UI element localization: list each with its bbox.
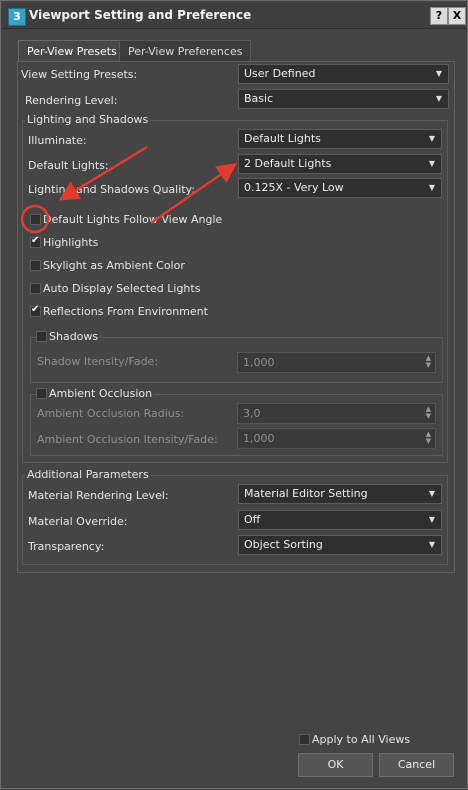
dialog-window: 3 Viewport Setting and Preference ? X Pe… bbox=[0, 0, 468, 789]
highlight-circle bbox=[20, 204, 50, 234]
annotation-arrow-2 bbox=[150, 163, 238, 225]
annotation-overlay bbox=[20, 145, 238, 234]
annotation-arrow-1 bbox=[58, 145, 148, 201]
